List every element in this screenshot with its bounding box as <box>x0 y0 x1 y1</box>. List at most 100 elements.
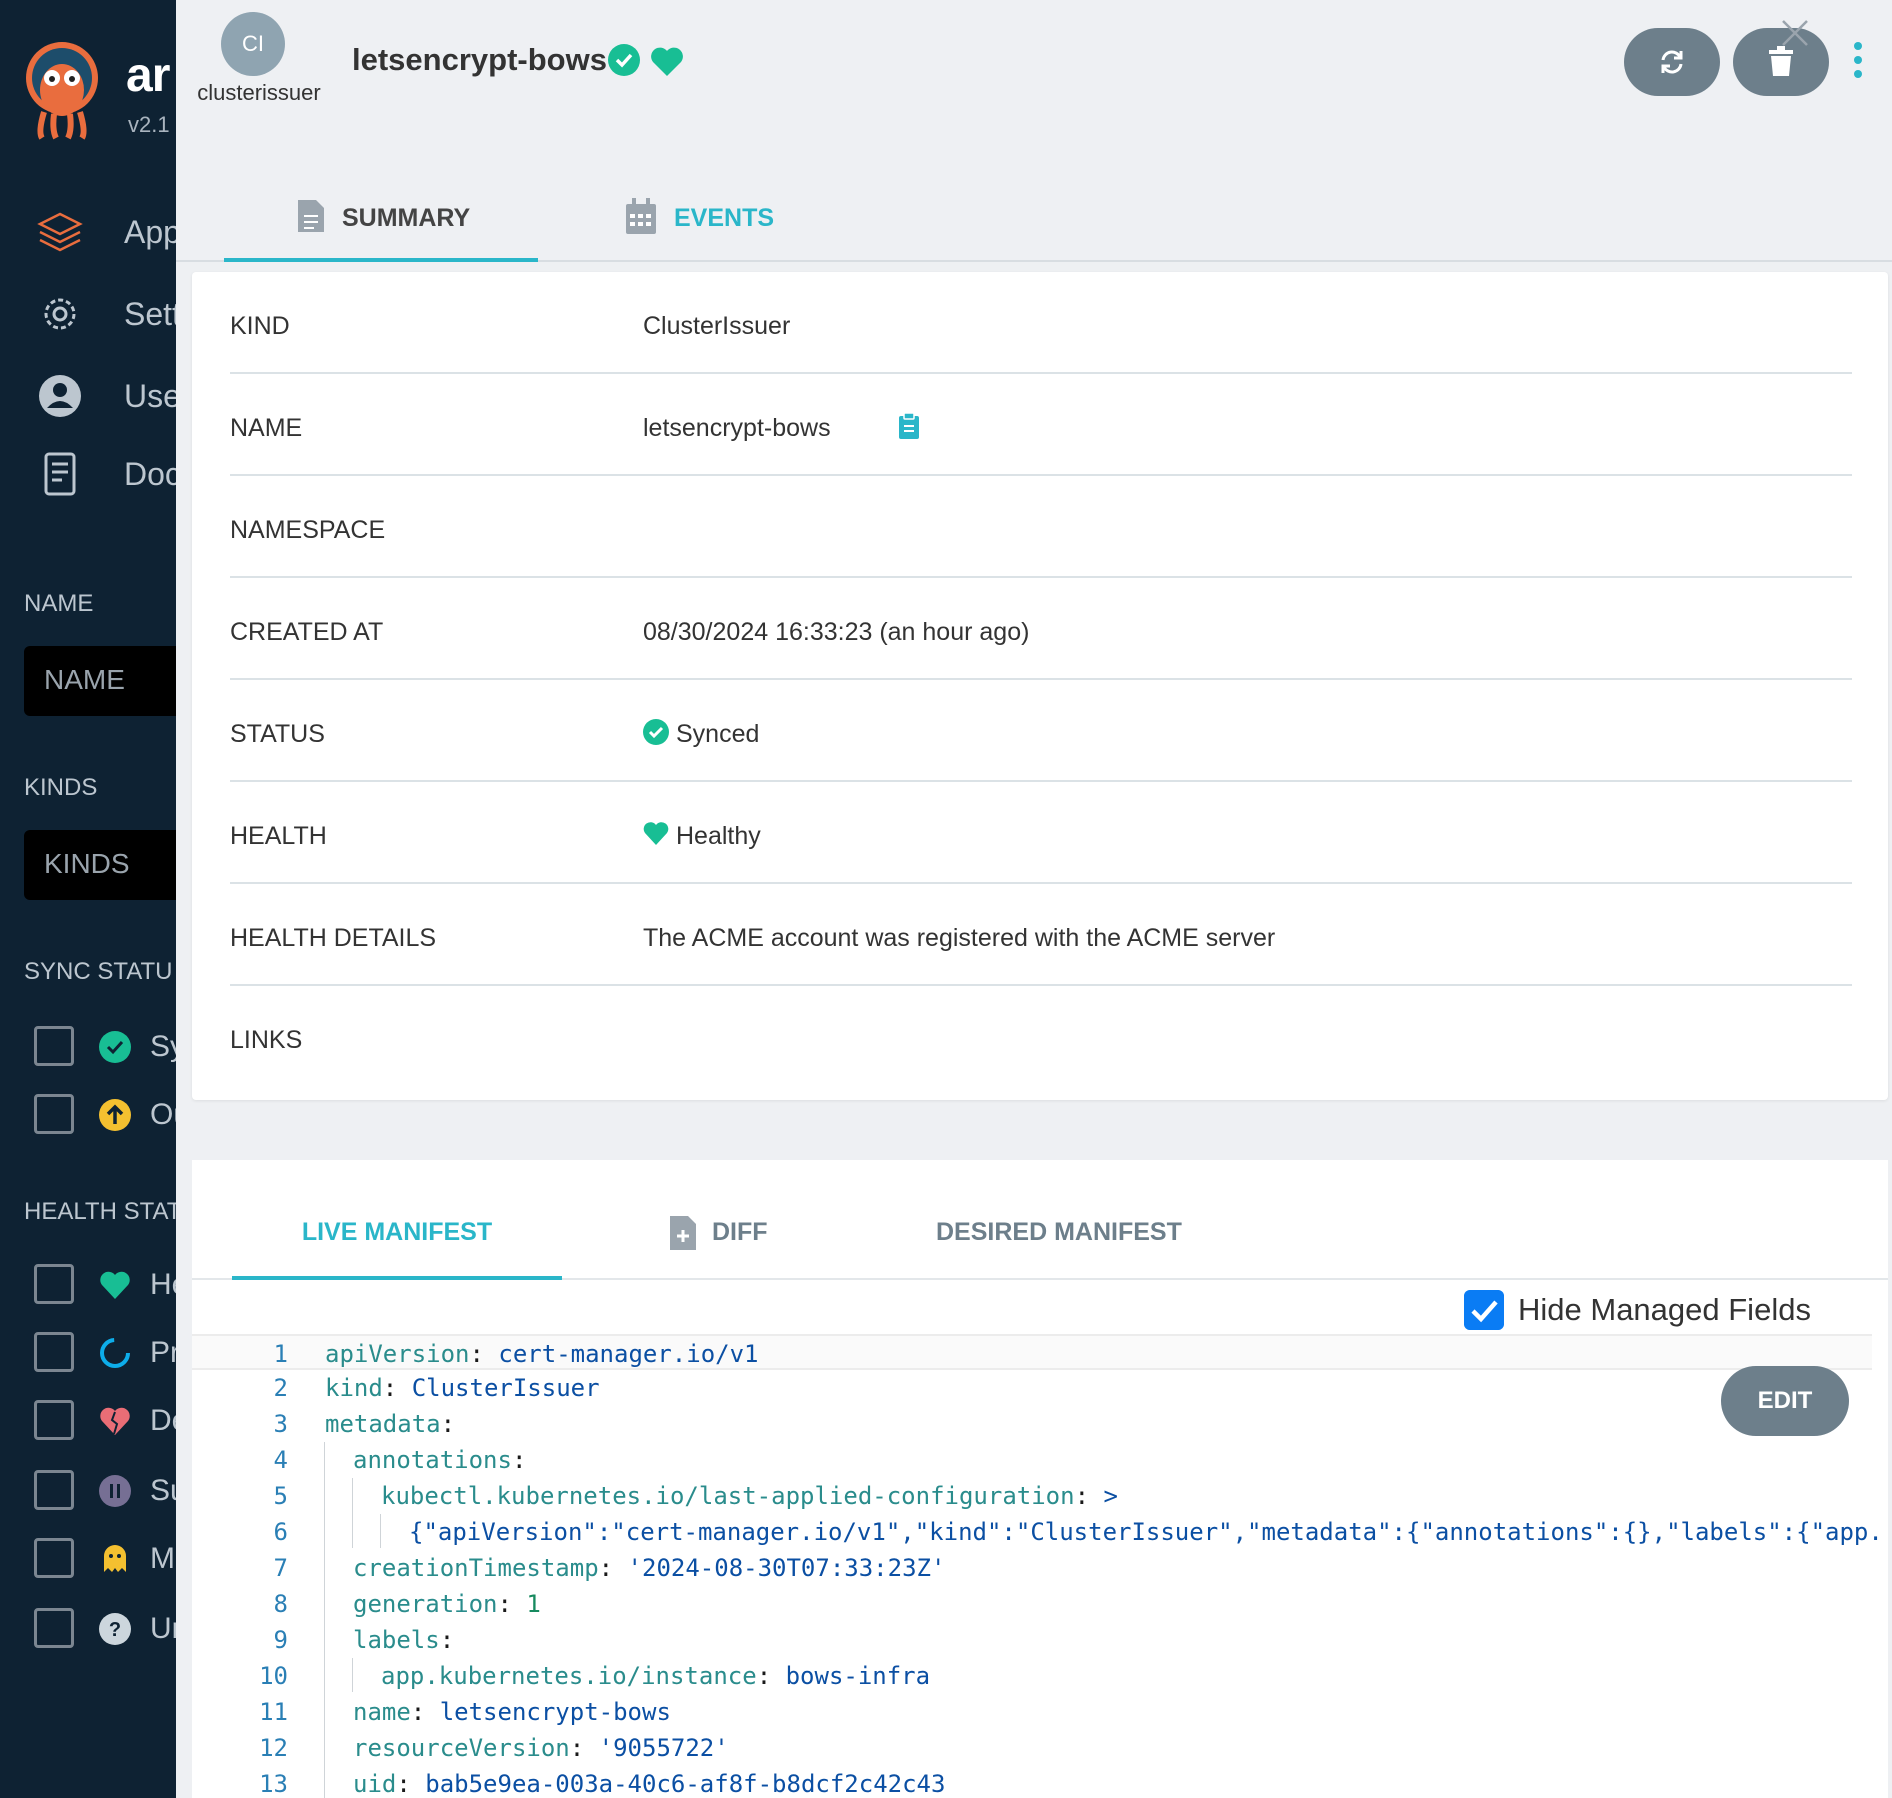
synced-icon <box>643 719 669 745</box>
sync-status-heading: SYNC STATU <box>24 958 173 985</box>
name-filter-input[interactable]: NAME <box>24 646 176 716</box>
manifest-editor[interactable]: 1 apiVersion: cert-manager.io/v1 2 kind: Cl… <box>192 1334 1888 1798</box>
code-text: creationTimestamp: '2024-08-30T07:33:23Z… <box>353 1554 946 1582</box>
code-line: 2 kind: ClusterIssuer <box>192 1370 1872 1406</box>
edit-button[interactable]: EDIT <box>1721 1366 1849 1436</box>
layers-icon <box>37 212 83 252</box>
health-degraded-checkbox[interactable] <box>34 1400 74 1440</box>
line-number: 4 <box>273 1446 288 1474</box>
summary-key: CREATED AT <box>230 618 384 646</box>
sync-outofsync-label: Ou <box>150 1098 176 1131</box>
nav-applications[interactable]: App <box>0 200 176 260</box>
code-text: generation: 1 <box>353 1590 541 1618</box>
resource-details-panel: CI clusterissuer letsencrypt-bows SUMMAR… <box>176 0 1892 1798</box>
code-text: app.kubernetes.io/instance: bows-infra <box>381 1662 931 1690</box>
code-line: 1 apiVersion: cert-manager.io/v1 <box>192 1334 1872 1370</box>
code-text: kubectl.kubernetes.io/last-applied-confi… <box>381 1482 1118 1510</box>
line-number: 12 <box>259 1734 288 1762</box>
code-text: labels: <box>353 1626 455 1654</box>
line-number: 1 <box>273 1340 288 1368</box>
code-line: 6 {"apiVersion":"cert-manager.io/v1","kin… <box>192 1514 1883 1550</box>
manifest-card: LIVE MANIFEST DIFF DESIRED MANIFEST Hide… <box>192 1160 1888 1798</box>
summary-row-status: STATUS Synced <box>230 680 1852 782</box>
code-text: resourceVersion: '9055722' <box>353 1734 729 1762</box>
code-line: 12 resourceVersion: '9055722' <box>192 1730 1872 1766</box>
health-healthy-checkbox[interactable] <box>34 1264 74 1304</box>
resource-title: letsencrypt-bows <box>352 42 607 77</box>
summary-value: ClusterIssuer <box>643 312 791 340</box>
summary-card: KIND ClusterIssuer NAME letsencrypt-bows… <box>192 272 1888 1100</box>
summary-key: LINKS <box>230 1026 303 1054</box>
line-number: 2 <box>273 1374 288 1402</box>
calendar-icon <box>626 198 656 234</box>
tab-summary[interactable]: SUMMARY <box>224 190 538 262</box>
sync-outofsync-checkbox[interactable] <box>34 1094 74 1134</box>
gear-icon <box>44 298 76 330</box>
line-number: 9 <box>273 1626 288 1654</box>
svg-text:?: ? <box>109 1619 121 1641</box>
synced-icon <box>608 44 640 76</box>
tab-desired-manifest[interactable]: DESIRED MANIFEST <box>936 1218 1182 1247</box>
summary-row-namespace: NAMESPACE <box>230 476 1852 578</box>
tab-live-manifest[interactable]: LIVE MANIFEST <box>232 1218 562 1280</box>
kind-label: clusterissuer <box>197 80 321 105</box>
nav-documentation[interactable]: Doc <box>0 442 176 502</box>
health-missing-checkbox[interactable] <box>34 1538 74 1578</box>
summary-value: letsencrypt-bows <box>643 414 831 442</box>
brand-version: v2.1 <box>128 112 170 137</box>
brand-text: ar <box>126 49 170 102</box>
health-progressing-checkbox[interactable] <box>34 1332 74 1372</box>
summary-value: The ACME account was registered with the… <box>643 924 1276 952</box>
line-number: 10 <box>259 1662 288 1690</box>
more-menu-icon[interactable] <box>1852 40 1864 80</box>
code-line: 5 kubectl.kubernetes.io/last-applied-conf… <box>192 1478 1872 1514</box>
line-number: 6 <box>273 1518 288 1546</box>
line-number: 7 <box>273 1554 288 1582</box>
health-unknown-label: Un <box>150 1612 176 1645</box>
unknown-icon: ? <box>99 1613 131 1645</box>
health-unknown-checkbox[interactable] <box>34 1608 74 1648</box>
refresh-icon <box>1661 50 1683 74</box>
healthy-icon <box>100 1271 130 1299</box>
nav-settings[interactable]: Sett <box>0 282 176 342</box>
summary-row-name: NAME letsencrypt-bows <box>230 374 1852 476</box>
line-number: 11 <box>259 1698 288 1726</box>
health-suspended-checkbox[interactable] <box>34 1470 74 1510</box>
summary-key: NAMESPACE <box>230 516 386 544</box>
trash-icon <box>1769 46 1793 76</box>
health-status-heading: HEALTH STAT <box>24 1198 176 1225</box>
argo-logo[interactable] <box>22 38 102 142</box>
tab-events[interactable]: EVENTS <box>626 190 806 262</box>
missing-icon <box>104 1545 126 1572</box>
health-missing-label: Mi <box>150 1542 176 1575</box>
summary-value: 08/30/2024 16:33:23 (an hour ago) <box>643 618 1030 646</box>
nav-user-info[interactable]: Use <box>0 364 176 424</box>
code-text: name: letsencrypt-bows <box>353 1698 671 1726</box>
details-tabs: SUMMARY EVENTS <box>176 190 1892 262</box>
summary-row-health: HEALTH Healthy <box>230 782 1852 884</box>
summary-row-kind: KIND ClusterIssuer <box>230 272 1852 374</box>
docs-icon <box>44 452 76 496</box>
code-line: 13 uid: bab5e9ea-003a-40c6-af8f-b8dcf2c42… <box>192 1766 1872 1798</box>
manifest-tabs: LIVE MANIFEST DIFF DESIRED MANIFEST <box>192 1160 1888 1280</box>
copy-clipboard-icon[interactable] <box>898 412 920 440</box>
sidebar: ar v2.1 App Sett Use Doc NAME NAME KINDS… <box>0 0 176 1798</box>
nav-label: Sett <box>124 296 176 332</box>
kinds-filter-input[interactable]: KINDS <box>24 830 176 900</box>
file-diff-icon <box>670 1216 696 1250</box>
line-number: 5 <box>273 1482 288 1510</box>
checkbox-checked-icon[interactable] <box>1464 1290 1504 1330</box>
code-line: 9 labels: <box>192 1622 1872 1658</box>
code-text: apiVersion: cert-manager.io/v1 <box>325 1340 759 1368</box>
progressing-icon <box>100 1338 130 1368</box>
refresh-button[interactable] <box>1624 28 1720 96</box>
kinds-filter-heading: KINDS <box>24 774 98 801</box>
healthy-icon <box>643 822 669 845</box>
sync-synced-checkbox[interactable] <box>34 1026 74 1066</box>
suspended-icon <box>99 1475 131 1507</box>
summary-row-created-at: CREATED AT 08/30/2024 16:33:23 (an hour … <box>230 578 1852 680</box>
summary-row-links: LINKS <box>230 986 1852 1088</box>
tab-events-label: EVENTS <box>674 204 775 232</box>
close-icon[interactable] <box>1780 18 1810 48</box>
health-healthy-label: He <box>150 1268 176 1301</box>
